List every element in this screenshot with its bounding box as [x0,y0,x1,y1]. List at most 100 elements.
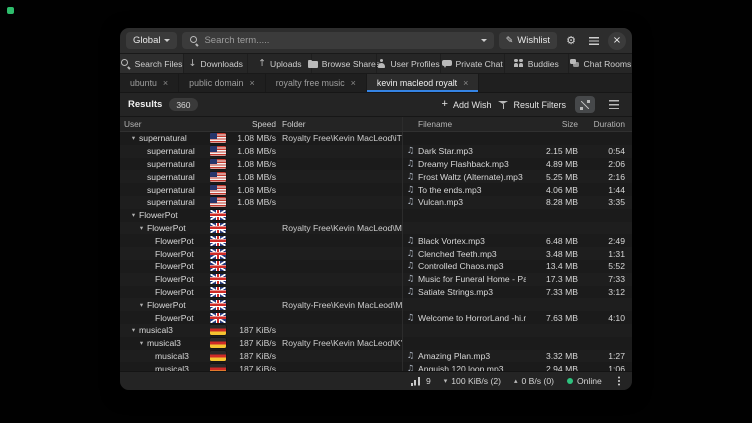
column-header-folder[interactable]: Folder [282,117,402,131]
tab-user-profiles[interactable]: User Profiles [376,54,440,73]
size-cell: 4.06 MB [526,183,582,196]
result-filters-button[interactable]: Result Filters [498,100,566,110]
search-scope-dropdown[interactable]: Global [126,32,177,49]
expander-icon[interactable]: ▾ [128,326,139,334]
duration-cell: 1:27 [582,350,632,363]
close-tab-icon[interactable]: × [249,78,254,88]
table-row[interactable]: musical3187 KiB/s♫Amazing Plan.mp33.32 M… [120,350,632,363]
table-row[interactable]: supernatural1.08 MB/s♫To the ends.mp34.0… [120,183,632,196]
table-row[interactable]: FlowerPot♫Clenched Teeth.mp33.48 MB1:31 [120,247,632,260]
table-row[interactable]: supernatural1.08 MB/s♫Dreamy Flashback.m… [120,158,632,171]
expander-icon[interactable]: ▾ [136,301,147,309]
search-entry[interactable] [182,32,493,49]
duration-cell [582,209,632,222]
table-row[interactable]: ▾FlowerPot [120,209,632,222]
table-row[interactable]: ▾musical3187 KiB/sRoyalty Free\Kevin Mac… [120,337,632,350]
grouping-mode-button[interactable] [604,96,624,113]
connection-status[interactable]: Online [567,376,602,386]
tab-label: Downloads [200,59,243,69]
tab-private-chat[interactable]: Private Chat [440,54,504,73]
table-row[interactable]: FlowerPot♫Controlled Chaos.mp313.4 MB5:5… [120,260,632,273]
table-row[interactable]: supernatural1.08 MB/s♫Frost Waltz (Alter… [120,170,632,183]
main-menu-button[interactable] [585,32,603,50]
table-row[interactable]: FlowerPot♫Black Vortex.mp36.48 MB2:49 [120,234,632,247]
size-cell: 4.89 MB [526,158,582,171]
expander-icon[interactable]: ▾ [136,224,147,232]
wishlist-button[interactable]: ✎ Wishlist [499,32,557,49]
folder-cell [282,158,402,171]
search-tab-royalty-free-music[interactable]: royalty free music× [266,74,367,92]
column-header-user[interactable]: User [120,117,210,131]
folder-cell [282,286,402,299]
column-header-speed[interactable]: Speed [232,117,282,131]
table-row[interactable]: ▾FlowerPotRoyalty-Free\Kevin MacLeod\Mus… [120,298,632,311]
size-cell: 5.25 MB [526,170,582,183]
flag-cell [210,324,232,337]
search-history-dropdown-icon[interactable] [481,39,487,42]
preferences-button[interactable]: ⚙ [562,32,580,50]
expander-icon[interactable]: ▾ [136,339,147,347]
close-tab-icon[interactable]: × [163,78,168,88]
online-users-indicator[interactable]: 9 [411,376,431,386]
expander-icon[interactable]: ▾ [128,211,139,219]
search-tab-kevin-macleod-royalt[interactable]: kevin macleod royalt× [367,74,479,92]
column-header-file-icon[interactable] [402,117,418,131]
table-row[interactable]: FlowerPot♫Welcome to HorrorLand -hi.mp37… [120,311,632,324]
tab-search-files[interactable]: Search Files [120,54,183,73]
close-tab-icon[interactable]: × [351,78,356,88]
flag-cell [210,209,232,222]
tab-chat-rooms[interactable]: Chat Rooms [568,54,632,73]
size-cell [526,337,582,350]
user-cell: musical3 [120,350,210,363]
table-row[interactable]: FlowerPot♫Satiate Strings.mp37.33 MB3:12 [120,286,632,299]
flag-cell [210,362,232,371]
music-note-icon: ♫ [407,197,415,207]
table-row[interactable]: supernatural1.08 MB/s♫Vulcan.mp38.28 MB3… [120,196,632,209]
folder-cell [282,324,402,337]
column-header-country[interactable] [210,117,232,131]
tab-buddies[interactable]: Buddies [504,54,568,73]
column-header-filename[interactable]: Filename [418,117,526,131]
download-rate-indicator[interactable]: ▾ 100 KiB/s (2) [444,376,501,386]
table-row[interactable]: ▾FlowerPotRoyalty Free\Kevin MacLeod\Mus… [120,222,632,235]
expander-icon[interactable]: ▾ [128,134,139,142]
flag-cell [210,337,232,350]
search-icon [189,36,199,46]
file-icon-cell: ♫ [402,260,418,273]
username: supernatural [147,185,195,195]
table-row[interactable]: ▾supernatural1.08 MB/sRoyalty Free\Kevin… [120,132,632,145]
close-window-button[interactable]: × [608,32,626,50]
expand-collapse-toggle-button[interactable] [575,96,595,113]
upload-rate-indicator[interactable]: ▴ 0 B/s (0) [514,376,554,386]
table-row[interactable]: ▾musical3187 KiB/s [120,324,632,337]
speed-cell [232,260,282,273]
search-input[interactable] [204,35,475,46]
statusbar-menu-button[interactable] [615,380,623,382]
user-cell: ▾FlowerPot [120,298,210,311]
de-flag-icon [210,351,226,361]
table-row[interactable]: FlowerPot♫Music for Funeral Home - Part … [120,273,632,286]
search-tab-public-domain[interactable]: public domain × [179,74,266,92]
size-cell: 3.32 MB [526,350,582,363]
tab-uploads[interactable]: ↑Uploads [247,54,311,73]
folder-cell [282,234,402,247]
tab-downloads[interactable]: ↓Downloads [183,54,247,73]
tab-browse-shares[interactable]: Browse Shares [311,54,375,73]
speed-cell [232,209,282,222]
search-tab-ubuntu[interactable]: ubuntu× [120,74,179,92]
private-chat-icon [442,59,452,69]
table-row[interactable]: musical3187 KiB/s♫Anguish 120 loop.mp32.… [120,362,632,371]
folder-cell: Royalty Free\Kevin MacLeod\Music( [282,222,402,235]
add-wish-button[interactable]: + Add Wish [442,100,492,110]
search-tab-label: public domain [189,78,243,88]
us-flag-icon [210,172,226,182]
music-note-icon: ♫ [407,236,415,246]
user-cell: ▾musical3 [120,337,210,350]
table-row[interactable]: supernatural1.08 MB/s♫Dark Star.mp32.15 … [120,145,632,158]
column-header-size[interactable]: Size [526,117,582,131]
speed-cell: 187 KiB/s [232,362,282,371]
column-header-duration[interactable]: Duration [582,117,632,131]
online-users-count: 9 [426,376,431,386]
close-tab-icon[interactable]: × [463,78,468,88]
gb-flag-icon [210,223,226,233]
